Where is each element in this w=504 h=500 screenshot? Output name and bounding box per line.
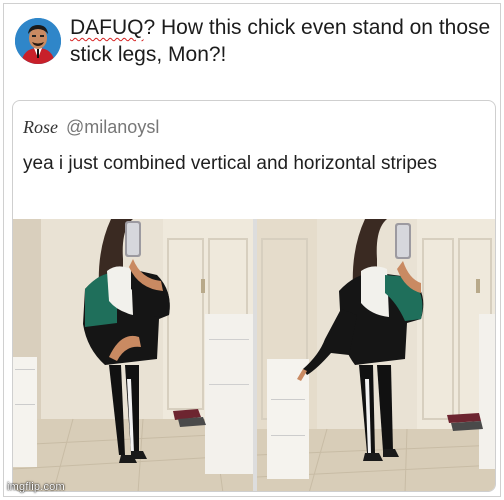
photo-right[interactable] <box>257 219 495 491</box>
tweet-user: Rose @milanoysl <box>23 116 159 138</box>
post-text: DAFUQ? How this chick even stand on thos… <box>70 14 495 68</box>
meme-frame: DAFUQ? How this chick even stand on thos… <box>3 3 501 497</box>
avatar[interactable] <box>15 18 61 64</box>
tweet-photos <box>13 219 495 491</box>
imgflip-watermark: imgflip.com <box>7 481 65 493</box>
tweet-display-name[interactable]: Rose <box>23 117 58 137</box>
mirror-selfie-photo-icon <box>257 219 495 491</box>
post-header: DAFUQ? How this chick even stand on thos… <box>4 4 502 96</box>
tweet-card: Rose @milanoysl yea i just combined vert… <box>12 100 496 492</box>
mirror-selfie-photo-icon <box>13 219 253 491</box>
photo-left[interactable] <box>13 219 253 491</box>
tweet-text: yea i just combined vertical and horizon… <box>23 153 437 174</box>
post-text-lead: DAFUQ <box>70 16 144 39</box>
tweet-handle[interactable]: @milanoysl <box>66 117 159 137</box>
avatar-man-icon <box>15 18 61 64</box>
